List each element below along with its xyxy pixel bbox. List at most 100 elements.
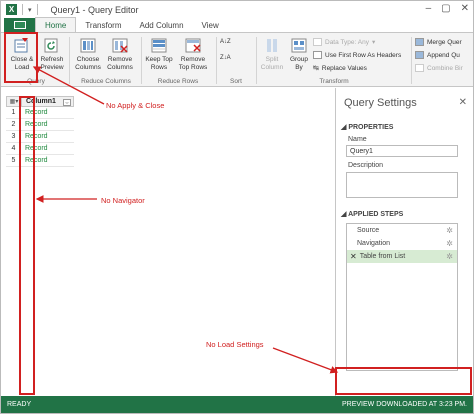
divider	[36, 4, 38, 15]
table-row[interactable]: 3 Record	[6, 131, 74, 143]
remove-top-rows-label-1: Remove	[180, 56, 206, 63]
split-column-button[interactable]: Split Column	[259, 37, 285, 71]
remove-top-rows-button[interactable]: Remove Top Rows	[176, 37, 210, 71]
status-bar: READY PREVIEW DOWNLOADED AT 3:23 PM.	[1, 396, 473, 413]
close-pane-icon[interactable]: ✕	[459, 97, 467, 108]
expand-column-icon[interactable]: ⇔	[63, 99, 71, 106]
annotation-no-navigator: No Navigator	[101, 196, 145, 205]
merge-icon	[415, 38, 424, 46]
refresh-icon	[43, 37, 61, 54]
gear-icon[interactable]: ✲	[446, 226, 453, 235]
group-by-label-2: By	[295, 63, 303, 71]
remove-top-rows-label-2: Top Rows	[178, 63, 208, 71]
close-icon[interactable]: ✕	[461, 3, 469, 14]
grid-header: ▦▾ Column1 ⇔	[6, 96, 74, 107]
split-column-label-2: Column	[260, 63, 284, 71]
sort-descending-icon: Z↓A	[220, 55, 231, 61]
combine-icon	[415, 64, 424, 72]
divider	[216, 37, 217, 84]
sort-ascending-button[interactable]: A↓Z	[220, 39, 231, 45]
append-queries-button[interactable]: Append Qu	[415, 51, 460, 59]
group-by-icon	[290, 37, 308, 54]
remove-rows-icon	[184, 37, 202, 54]
replace-values-label: Replace Values	[321, 64, 367, 72]
ribbon-home: Close & Load Refresh Preview Query Choos…	[1, 32, 473, 87]
choose-columns-button[interactable]: Choose Columns	[74, 37, 102, 71]
choose-columns-label-2: Columns	[75, 63, 101, 71]
tab-transform[interactable]: Transform	[76, 18, 130, 32]
step-label: Table from List	[359, 253, 406, 260]
delete-step-icon[interactable]: ✕	[350, 252, 357, 261]
step-label: Source	[357, 227, 380, 234]
excel-logo-icon[interactable]: X	[6, 4, 17, 15]
data-type-label: Data Type: Any	[325, 38, 369, 46]
refresh-preview-button[interactable]: Refresh Preview	[38, 37, 66, 71]
annotation-box-navigator	[19, 96, 35, 395]
merge-queries-label: Merge Quer	[427, 38, 462, 46]
first-row-headers-icon	[313, 51, 322, 59]
step-table-from-list[interactable]: ✕ Table from List ✲	[347, 250, 457, 263]
choose-columns-label-1: Choose	[76, 56, 100, 63]
replace-values-button[interactable]: ↹ Replace Values	[313, 64, 367, 73]
use-first-row-label: Use First Row As Headers	[325, 51, 402, 59]
group-label-sort: Sort	[230, 78, 242, 85]
minimize-icon[interactable]: –	[426, 3, 432, 14]
refresh-label-2: Preview	[40, 63, 64, 71]
quick-access-dropdown-icon[interactable]: ▾	[28, 6, 32, 14]
query-name-input[interactable]: Query1	[346, 145, 458, 157]
divider	[69, 37, 70, 84]
divider	[22, 4, 23, 15]
use-first-row-as-headers-button[interactable]: Use First Row As Headers	[313, 51, 401, 59]
gear-icon[interactable]: ✲	[446, 252, 453, 261]
table-row[interactable]: 1 Record	[6, 107, 74, 119]
title-bar: X ▾ Query1 - Query Editor – ▢ ✕	[1, 1, 473, 18]
remove-columns-label-1: Remove	[107, 56, 133, 63]
table-row[interactable]: 2 Record	[6, 119, 74, 131]
name-label: Name	[348, 136, 367, 143]
step-navigation[interactable]: Navigation ✲	[347, 237, 457, 250]
group-by-label-1: Group	[289, 56, 309, 63]
data-type-dropdown[interactable]: Data Type: Any ▾	[313, 38, 375, 46]
step-source[interactable]: Source ✲	[347, 224, 457, 237]
maximize-icon[interactable]: ▢	[441, 3, 450, 14]
tab-add-column[interactable]: Add Column	[131, 18, 193, 32]
keep-top-rows-label-2: Rows	[150, 63, 168, 71]
sort-descending-button[interactable]: Z↓A	[220, 55, 231, 61]
applied-steps-section[interactable]: ◢ APPLIED STEPS	[341, 210, 403, 218]
ribbon-tabs: Home Transform Add Column View	[1, 17, 473, 32]
combine-binaries-label: Combine Bir	[427, 64, 463, 72]
annotation-box-load-settings	[335, 367, 472, 395]
file-tab[interactable]	[4, 18, 35, 32]
combine-binaries-button[interactable]: Combine Bir	[415, 64, 463, 72]
tab-view[interactable]: View	[193, 18, 228, 32]
data-preview-grid: ▦▾ Column1 ⇔ 1 Record 2 Record 3 Record 4 Re…	[6, 96, 74, 167]
description-input[interactable]	[346, 172, 458, 198]
divider	[256, 37, 257, 84]
keep-rows-icon	[150, 37, 168, 54]
merge-queries-button[interactable]: Merge Quer	[415, 38, 462, 46]
group-label-transform: Transform	[319, 78, 349, 85]
properties-section[interactable]: ◢ PROPERTIES	[341, 123, 393, 131]
step-label: Navigation	[357, 240, 391, 247]
group-label-reduce-rows: Reduce Rows	[157, 78, 199, 85]
tab-home[interactable]: Home	[35, 17, 77, 32]
applied-steps-heading: APPLIED STEPS	[348, 211, 404, 218]
annotation-no-load-settings: No Load Settings	[206, 340, 264, 349]
query-settings-title: Query Settings	[344, 97, 417, 109]
keep-top-rows-button[interactable]: Keep Top Rows	[144, 37, 174, 71]
split-column-label-1: Split	[265, 56, 279, 63]
gear-icon[interactable]: ✲	[446, 239, 453, 248]
group-label-reduce-columns: Reduce Columns	[81, 78, 131, 85]
annotation-box-close-load	[4, 32, 38, 83]
chevron-down-icon: ▾	[371, 39, 376, 46]
file-menu-icon	[13, 21, 26, 29]
table-row[interactable]: 4 Record	[6, 143, 74, 155]
replace-values-icon: ↹	[313, 65, 319, 72]
query-settings-pane: Query Settings ✕ ◢ PROPERTIES Name Query…	[335, 88, 473, 396]
data-type-icon	[313, 38, 322, 46]
table-row[interactable]: 5 Record	[6, 155, 74, 167]
split-column-icon	[263, 37, 281, 54]
group-by-button[interactable]: Group By	[288, 37, 310, 71]
remove-columns-button[interactable]: Remove Columns	[104, 37, 136, 71]
window-controls: – ▢ ✕	[426, 3, 469, 14]
